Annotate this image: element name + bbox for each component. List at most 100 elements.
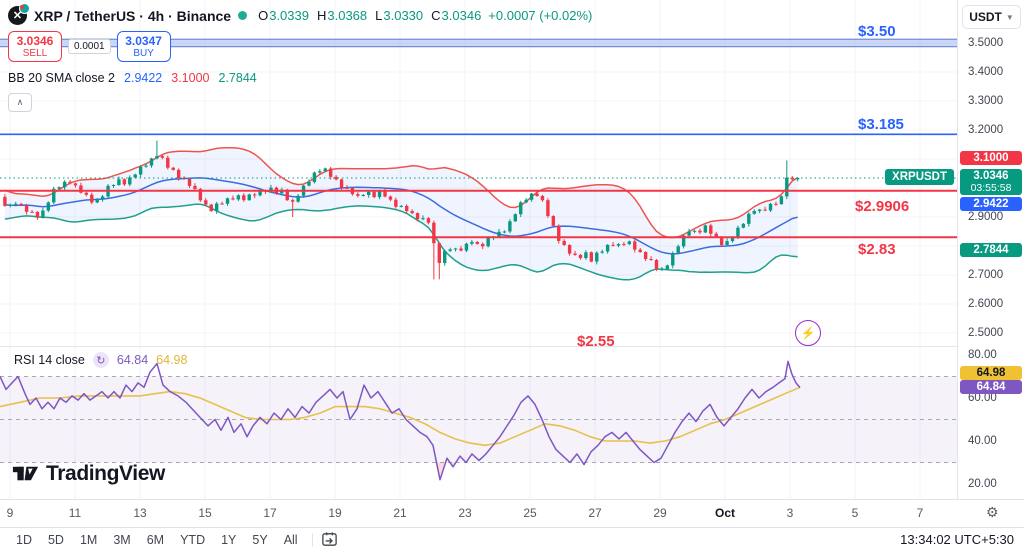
time-tick: 9 <box>7 506 14 520</box>
candle-body <box>9 205 12 206</box>
time-axis[interactable]: 911131517192123252729Oct357 ⚙ <box>0 499 1024 528</box>
candle-body <box>324 168 327 171</box>
candle-body <box>139 167 142 175</box>
candle-body <box>427 218 430 223</box>
candle-body <box>362 195 365 196</box>
candle-body <box>600 252 603 253</box>
candle-body <box>47 202 50 210</box>
candle-body <box>486 238 489 246</box>
range-button-3m[interactable]: 3M <box>105 531 138 549</box>
sell-label: SELL <box>9 48 61 59</box>
rsi-tick: 80.00 <box>968 349 997 361</box>
candle-body <box>590 252 593 261</box>
candle-body <box>698 231 701 233</box>
symbol-header[interactable]: ✕ XRP / TetherUS · 4h · Binance O3.0339H… <box>8 6 592 25</box>
candle-body <box>134 174 137 177</box>
candle-body <box>188 179 191 186</box>
countdown-timer: 03:55:58 <box>960 182 1022 194</box>
candle-body <box>57 187 60 189</box>
time-tick: 21 <box>393 506 406 520</box>
candle-body <box>552 216 555 226</box>
trade-panel: 3.0346 SELL 0.0001 3.0347 BUY <box>8 31 592 62</box>
lightning-boost-button[interactable]: ⚡ <box>795 320 821 346</box>
bb-upper-value: 3.1000 <box>171 71 209 85</box>
candle-body <box>177 170 180 178</box>
rsi-tick: 40.00 <box>968 435 997 447</box>
symbol-title[interactable]: XRP / TetherUS · 4h · Binance <box>34 8 231 24</box>
tradingview-chart-app: ✕ XRP / TetherUS · 4h · Binance O3.0339H… <box>0 0 1024 550</box>
level-label[interactable]: $3.185 <box>858 116 904 133</box>
buy-button[interactable]: 3.0347 BUY <box>117 31 171 62</box>
ohlc-item: O3.0339 <box>258 8 309 23</box>
go-to-date-button[interactable] <box>321 531 338 548</box>
candle-body <box>503 231 506 232</box>
range-button-6m[interactable]: 6M <box>139 531 172 549</box>
candle-body <box>68 182 71 184</box>
level-label[interactable]: $3.50 <box>858 23 896 40</box>
candle-body <box>210 205 213 211</box>
clock-timezone[interactable]: 13:34:02 UTC+5:30 <box>900 532 1014 547</box>
candle-body <box>753 211 756 214</box>
panel-separator[interactable] <box>0 346 1024 347</box>
range-button-5d[interactable]: 5D <box>40 531 72 549</box>
candle-body <box>400 206 403 207</box>
range-button-1d[interactable]: 1D <box>8 531 40 549</box>
candle-body <box>90 195 93 203</box>
sell-button[interactable]: 3.0346 SELL <box>8 31 62 62</box>
candle-body <box>454 249 457 250</box>
chart-legend: ✕ XRP / TetherUS · 4h · Binance O3.0339H… <box>8 6 592 112</box>
price-tick: 3.2000 <box>968 124 1003 136</box>
candle-body <box>389 197 392 200</box>
bb-indicator-legend[interactable]: BB 20 SMA close 2 2.9422 3.1000 2.7844 <box>8 71 592 85</box>
candle-body <box>725 241 728 245</box>
range-button-1m[interactable]: 1M <box>72 531 105 549</box>
toolbar-divider <box>312 533 313 547</box>
candle-body <box>530 194 533 200</box>
market-status-icon[interactable] <box>238 11 247 20</box>
price-axis[interactable]: USDT ▼ 3.50003.40003.30003.20002.90002.7… <box>957 0 1024 499</box>
symbol-price-tag[interactable]: XRPUSDT <box>885 169 954 185</box>
candle-body <box>459 249 462 251</box>
rsi-cycle-icon[interactable]: ↻ <box>93 352 109 368</box>
candle-body <box>144 166 147 167</box>
watermark-text: TradingView <box>46 462 165 486</box>
candle-body <box>465 244 468 251</box>
axis-settings-gear-icon[interactable]: ⚙ <box>986 504 999 521</box>
candle-body <box>161 156 164 158</box>
candle-body <box>470 242 473 244</box>
buy-label: BUY <box>118 48 170 59</box>
rsi-title: RSI 14 close <box>14 353 85 367</box>
candle-body <box>318 171 321 172</box>
collapse-legend-button[interactable]: ∧ <box>8 93 32 112</box>
candle-body <box>476 242 479 244</box>
candle-body <box>443 251 446 263</box>
level-label[interactable]: $2.83 <box>858 241 896 258</box>
candle-body <box>774 204 777 205</box>
candle-body <box>497 232 500 237</box>
candle-body <box>237 195 240 199</box>
rsi-indicator-legend[interactable]: RSI 14 close ↻ 64.84 64.98 <box>14 352 187 368</box>
rsi-badge: 64.84 <box>960 380 1022 394</box>
level-label[interactable]: $2.9906 <box>855 198 909 215</box>
candle-body <box>3 197 6 206</box>
candle-body <box>226 198 229 204</box>
candle-body <box>372 192 375 197</box>
calendar-icon <box>321 531 338 548</box>
range-button-1y[interactable]: 1Y <box>213 531 244 549</box>
time-tick: 15 <box>198 506 211 520</box>
price-tick: 3.5000 <box>968 37 1003 49</box>
candle-body <box>117 179 120 185</box>
currency-unit-button[interactable]: USDT ▼ <box>962 5 1021 29</box>
range-button-5y[interactable]: 5Y <box>244 531 275 549</box>
candle-body <box>41 211 44 218</box>
price-badge: 2.7844 <box>960 243 1022 257</box>
range-button-all[interactable]: All <box>276 531 306 549</box>
candle-body <box>220 204 223 205</box>
time-tick: 13 <box>133 506 146 520</box>
level-label[interactable]: $2.55 <box>577 333 615 350</box>
candle-body <box>128 177 131 184</box>
lightning-icon: ⚡ <box>801 326 816 340</box>
range-button-ytd[interactable]: YTD <box>172 531 213 549</box>
ohlc-item: C3.0346 <box>431 8 481 23</box>
candle-body <box>334 177 337 180</box>
